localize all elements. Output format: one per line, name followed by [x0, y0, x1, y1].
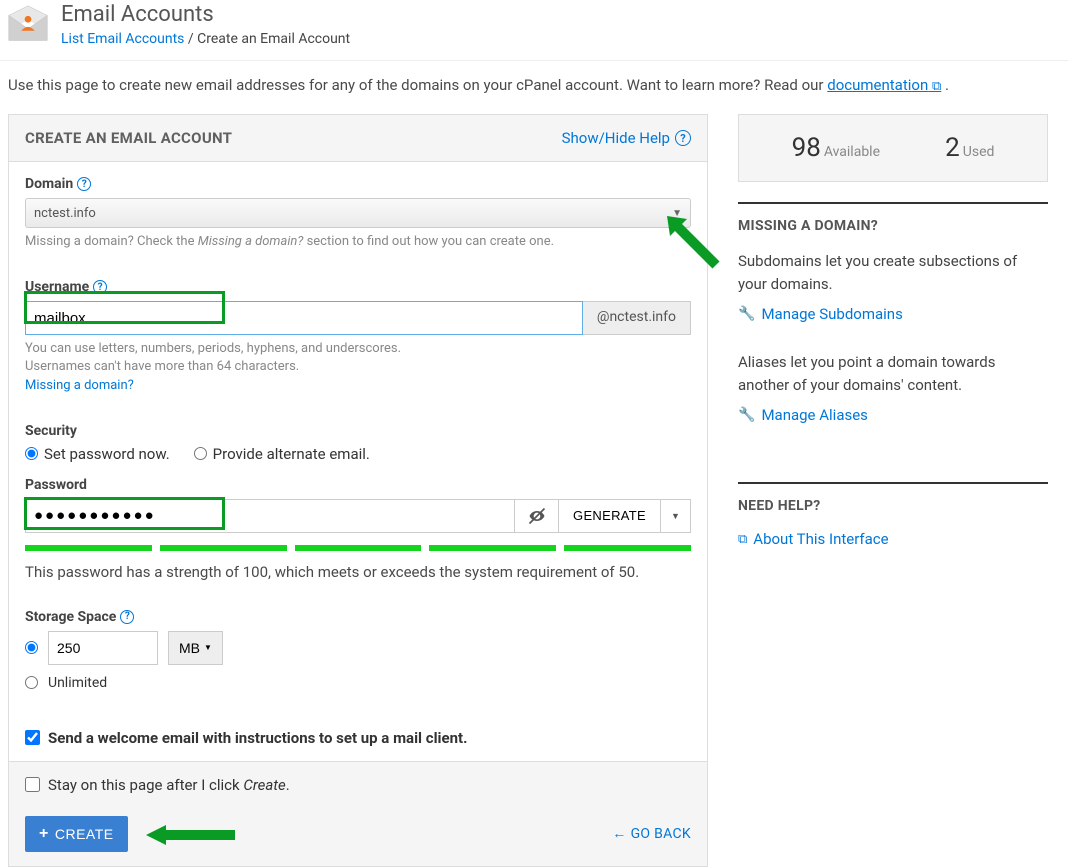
username-label: Username ?: [25, 279, 691, 295]
about-interface-link[interactable]: ⧉ About This Interface: [738, 530, 889, 548]
welcome-email-label: Send a welcome email with instructions t…: [48, 729, 467, 747]
subdomains-text: Subdomains let you create subsections of…: [738, 250, 1048, 295]
external-link-icon: ⧉: [738, 532, 747, 547]
create-account-panel: CREATE AN EMAIL ACCOUNT Show/Hide Help ?…: [8, 114, 708, 867]
arrow-annotation-icon: [140, 820, 240, 850]
wrench-icon: 🔧: [738, 306, 755, 322]
manage-subdomains-link[interactable]: 🔧 Manage Subdomains: [738, 305, 903, 323]
stay-on-page-checkbox[interactable]: [25, 777, 40, 792]
go-back-link[interactable]: ← GO BACK: [612, 825, 691, 842]
domain-value: nctest.info: [34, 206, 96, 221]
email-icon: [5, 2, 51, 48]
info-icon[interactable]: ?: [93, 280, 107, 294]
breadcrumb-current: Create an Email Account: [197, 31, 350, 47]
domain-hint: Missing a domain? Check the Missing a do…: [25, 233, 691, 251]
stay-on-page-label: Stay on this page after I click Create.: [48, 776, 290, 794]
welcome-email-checkbox[interactable]: [25, 730, 40, 745]
password-label: Password: [25, 477, 691, 493]
external-link-icon: ⧉: [932, 79, 941, 94]
alternate-email-radio[interactable]: Provide alternate email.: [194, 445, 370, 463]
wrench-icon: 🔧: [738, 407, 755, 423]
intro-text: Use this page to create new email addres…: [0, 76, 1068, 114]
set-password-radio[interactable]: Set password now.: [25, 445, 170, 463]
missing-domain-heading: MISSING A DOMAIN?: [738, 218, 1048, 234]
missing-domain-link[interactable]: Missing a domain?: [25, 378, 134, 393]
eye-off-icon: [527, 506, 547, 526]
storage-unit-select[interactable]: MB ▼: [168, 631, 223, 665]
arrow-left-icon: ←: [612, 825, 626, 842]
plus-icon: +: [39, 825, 49, 843]
need-help-heading: NEED HELP?: [738, 498, 1048, 514]
info-icon[interactable]: ?: [120, 610, 134, 624]
used-count: 2: [945, 133, 960, 163]
generate-button[interactable]: GENERATE: [559, 499, 661, 533]
storage-size-radio[interactable]: [25, 641, 38, 654]
show-hide-help-link[interactable]: Show/Hide Help ?: [562, 129, 691, 147]
storage-input[interactable]: [48, 631, 158, 665]
page-title: Email Accounts: [61, 2, 350, 27]
divider: [738, 202, 1048, 204]
divider: [738, 482, 1048, 484]
manage-aliases-link[interactable]: 🔧 Manage Aliases: [738, 406, 868, 424]
stats-box: 98Available 2Used: [738, 114, 1048, 182]
info-icon[interactable]: ?: [77, 177, 91, 191]
username-input[interactable]: [25, 301, 583, 335]
create-button[interactable]: + CREATE: [25, 816, 128, 852]
documentation-link[interactable]: documentation ⧉: [827, 76, 941, 94]
breadcrumb: List Email Accounts / Create an Email Ac…: [61, 31, 350, 47]
unlimited-label: Unlimited: [48, 675, 107, 691]
password-input[interactable]: [25, 499, 515, 533]
breadcrumb-link[interactable]: List Email Accounts: [61, 31, 184, 47]
panel-title: CREATE AN EMAIL ACCOUNT: [25, 129, 232, 147]
password-strength-text: This password has a strength of 100, whi…: [25, 563, 691, 581]
domain-label: Domain ?: [25, 176, 691, 192]
security-label: Security: [25, 423, 691, 439]
chevron-down-icon: ▼: [204, 643, 212, 652]
domain-suffix: @nctest.info: [583, 301, 691, 335]
username-hint: You can use letters, numbers, periods, h…: [25, 340, 691, 395]
available-count: 98: [792, 133, 821, 163]
divider: [0, 60, 1068, 61]
sidebar: 98Available 2Used MISSING A DOMAIN? Subd…: [738, 114, 1048, 548]
storage-label: Storage Space ?: [25, 609, 691, 625]
password-strength-bar: [25, 545, 691, 551]
domain-select[interactable]: nctest.info ▼: [25, 198, 691, 228]
help-icon: ?: [675, 130, 691, 146]
toggle-visibility-button[interactable]: [515, 499, 559, 533]
page-header: Email Accounts List Email Accounts / Cre…: [0, 0, 1068, 60]
storage-unlimited-radio[interactable]: [25, 676, 38, 689]
generate-dropdown-button[interactable]: ▼: [661, 499, 691, 533]
aliases-text: Aliases let you point a domain towards a…: [738, 351, 1048, 396]
